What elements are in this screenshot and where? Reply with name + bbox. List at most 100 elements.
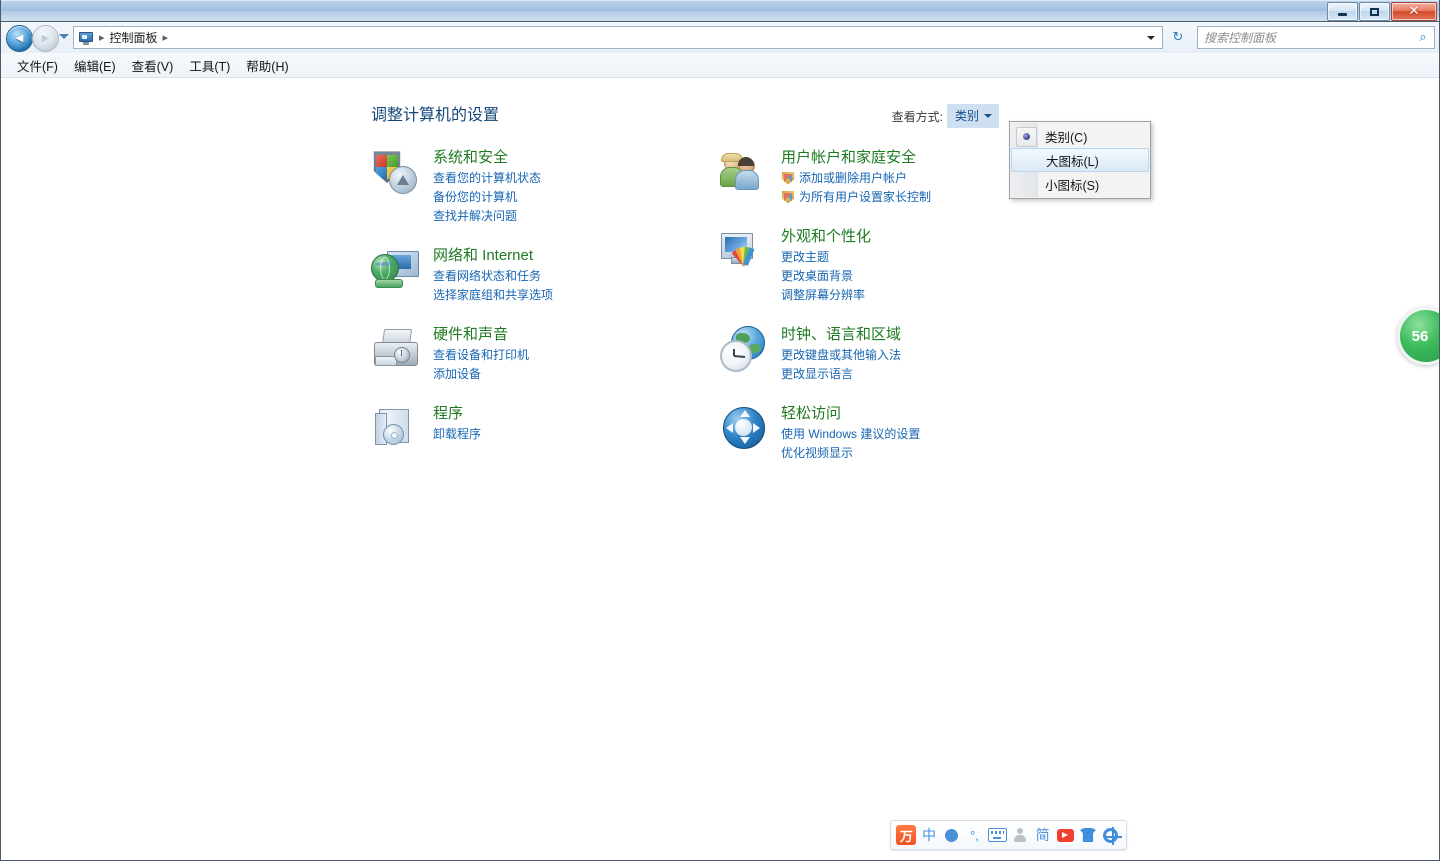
category-programs[interactable]: 程序 卸载程序 — [371, 404, 701, 460]
category-link[interactable]: 查看您的计算机状态 — [433, 169, 701, 188]
content-area: 调整计算机的设置 查看方式: 类别 系统和安全 查看您的计算机状态 备份您的计算… — [1, 78, 1439, 858]
control-panel-window: ✕ ▸ 控制面板 ▸ ↻ 搜索控制面板 ⌕ 文件(F) 编辑(E) 查看(V) … — [0, 0, 1440, 861]
address-dropdown-icon[interactable] — [1140, 27, 1162, 48]
category-link[interactable]: 调整屏幕分辨率 — [781, 286, 1059, 305]
category-title[interactable]: 网络和 Internet — [433, 246, 701, 265]
category-title[interactable]: 系统和安全 — [433, 148, 701, 167]
title-bar: ✕ — [1, 0, 1439, 22]
category-system-and-security[interactable]: 系统和安全 查看您的计算机状态 备份您的计算机 查找并解决问题 — [371, 148, 701, 226]
link-label: 添加设备 — [433, 367, 482, 381]
category-link[interactable]: 卸载程序 — [433, 425, 701, 444]
category-link[interactable]: 更改主题 — [781, 248, 1059, 267]
navigation-bar: ▸ 控制面板 ▸ ↻ 搜索控制面板 ⌕ — [1, 22, 1439, 53]
history-dropdown-icon[interactable] — [59, 34, 69, 39]
close-button[interactable]: ✕ — [1391, 2, 1437, 21]
address-bar[interactable]: ▸ 控制面板 ▸ — [73, 26, 1163, 49]
view-by-control: 查看方式: 类别 — [892, 104, 999, 128]
menu-bar: 文件(F) 编辑(E) 查看(V) 工具(T) 帮助(H) — [1, 53, 1439, 78]
ime-keyboard-icon[interactable] — [987, 824, 1008, 846]
category-link[interactable]: 添加设备 — [433, 365, 701, 384]
refresh-button[interactable]: ↻ — [1165, 26, 1191, 49]
category-title[interactable]: 时钟、语言和区域 — [781, 325, 1059, 344]
link-label: 更改键盘或其他输入法 — [781, 348, 902, 362]
printer-icon — [371, 325, 419, 373]
menu-item-edit[interactable]: 编辑(E) — [66, 54, 124, 77]
ime-video-icon[interactable] — [1055, 824, 1076, 846]
category-network-and-internet[interactable]: 网络和 Internet 查看网络状态和任务 选择家庭组和共享选项 — [371, 246, 701, 305]
minimize-button[interactable] — [1327, 2, 1358, 21]
search-icon: ⌕ — [1419, 30, 1427, 45]
category-link[interactable]: 优化视频显示 — [781, 444, 1059, 463]
breadcrumb-separator-2[interactable]: ▸ — [163, 31, 169, 44]
forward-button[interactable] — [32, 25, 59, 52]
view-menu-label: 类别(C) — [1045, 130, 1088, 145]
link-label: 查找并解决问题 — [433, 209, 518, 223]
ime-toolbar: 万 中 °, 简 — [890, 820, 1127, 850]
maximize-icon — [1360, 3, 1389, 20]
category-column-right: 用户帐户和家庭安全 添加或删除用户帐户 为所有用户设置家长控制 外观和个性化 更… — [719, 148, 1059, 483]
view-menu-item-large-icons[interactable]: 大图标(L) — [1011, 148, 1149, 172]
link-label: 更改主题 — [781, 250, 830, 264]
link-label: 优化视频显示 — [781, 446, 854, 460]
breadcrumb-separator-1: ▸ — [99, 31, 105, 44]
page-title: 调整计算机的设置 — [371, 107, 500, 124]
chevron-down-icon — [984, 113, 992, 118]
appearance-icon — [719, 227, 767, 275]
category-title[interactable]: 程序 — [433, 404, 701, 423]
badge-value: 56 — [1411, 327, 1429, 345]
category-link[interactable]: 选择家庭组和共享选项 — [433, 286, 701, 305]
category-link[interactable]: 查找并解决问题 — [433, 207, 701, 226]
category-hardware-and-sound[interactable]: 硬件和声音 查看设备和打印机 添加设备 — [371, 325, 701, 384]
maximize-button[interactable] — [1359, 2, 1390, 21]
ime-chinese-mode-icon[interactable]: 中 — [919, 824, 940, 846]
breadcrumb-control-panel[interactable]: 控制面板 — [110, 29, 158, 46]
view-by-label: 查看方式: — [891, 109, 943, 124]
ime-simplified-icon[interactable]: 简 — [1032, 824, 1053, 846]
search-input[interactable]: 搜索控制面板 — [1198, 29, 1412, 46]
menu-item-help[interactable]: 帮助(H) — [238, 54, 296, 77]
search-box[interactable]: 搜索控制面板 ⌕ — [1197, 26, 1435, 49]
window-controls: ✕ — [1327, 2, 1437, 21]
link-label: 备份您的计算机 — [433, 190, 518, 204]
category-title[interactable]: 硬件和声音 — [433, 325, 701, 344]
category-link[interactable]: 更改桌面背景 — [781, 267, 1059, 286]
control-panel-icon — [78, 30, 94, 46]
category-appearance-and-personalization[interactable]: 外观和个性化 更改主题 更改桌面背景 调整屏幕分辨率 — [719, 227, 1059, 305]
link-label: 为所有用户设置家长控制 — [799, 190, 932, 204]
ime-moon-icon[interactable] — [941, 824, 962, 846]
category-title[interactable]: 轻松访问 — [781, 404, 1059, 423]
link-label: 查看设备和打印机 — [433, 348, 530, 362]
uac-shield-icon — [781, 191, 795, 205]
network-globe-icon — [371, 246, 419, 294]
link-label: 查看网络状态和任务 — [433, 269, 542, 283]
radio-selected-icon — [1016, 127, 1037, 147]
programs-icon — [371, 404, 419, 452]
view-menu-item-category[interactable]: 类别(C) — [1011, 124, 1149, 148]
category-ease-of-access[interactable]: 轻松访问 使用 Windows 建议的设置 优化视频显示 — [719, 404, 1059, 463]
category-link[interactable]: 查看设备和打印机 — [433, 346, 701, 365]
link-label: 添加或删除用户帐户 — [799, 171, 908, 185]
category-link[interactable]: 更改显示语言 — [781, 365, 1059, 384]
category-clock-language-and-region[interactable]: 时钟、语言和区域 更改键盘或其他输入法 更改显示语言 — [719, 325, 1059, 384]
view-menu-item-small-icons[interactable]: 小图标(S) — [1011, 172, 1149, 196]
link-label: 查看您的计算机状态 — [433, 171, 542, 185]
view-menu-label: 小图标(S) — [1045, 178, 1100, 193]
category-user-accounts-and-family-safety[interactable]: 用户帐户和家庭安全 添加或删除用户帐户 为所有用户设置家长控制 — [719, 148, 1059, 207]
minimize-icon — [1328, 3, 1357, 20]
view-by-value: 类别 — [954, 109, 979, 123]
category-link[interactable]: 备份您的计算机 — [433, 188, 701, 207]
ime-punctuation-icon[interactable]: °, — [964, 824, 985, 846]
menu-item-tools[interactable]: 工具(T) — [181, 54, 238, 77]
ime-skin-icon[interactable] — [1078, 824, 1099, 846]
ime-settings-gear-icon[interactable] — [1100, 824, 1122, 846]
view-by-button[interactable]: 类别 — [946, 104, 999, 128]
ime-logo-icon[interactable]: 万 — [896, 824, 917, 846]
menu-item-file[interactable]: 文件(F) — [9, 54, 66, 77]
category-title[interactable]: 外观和个性化 — [781, 227, 1059, 246]
category-link[interactable]: 查看网络状态和任务 — [433, 267, 701, 286]
ime-user-icon[interactable] — [1010, 824, 1031, 846]
menu-item-view[interactable]: 查看(V) — [124, 54, 182, 77]
back-button[interactable] — [6, 25, 33, 52]
category-link[interactable]: 使用 Windows 建议的设置 — [781, 425, 1059, 444]
category-link[interactable]: 更改键盘或其他输入法 — [781, 346, 1059, 365]
